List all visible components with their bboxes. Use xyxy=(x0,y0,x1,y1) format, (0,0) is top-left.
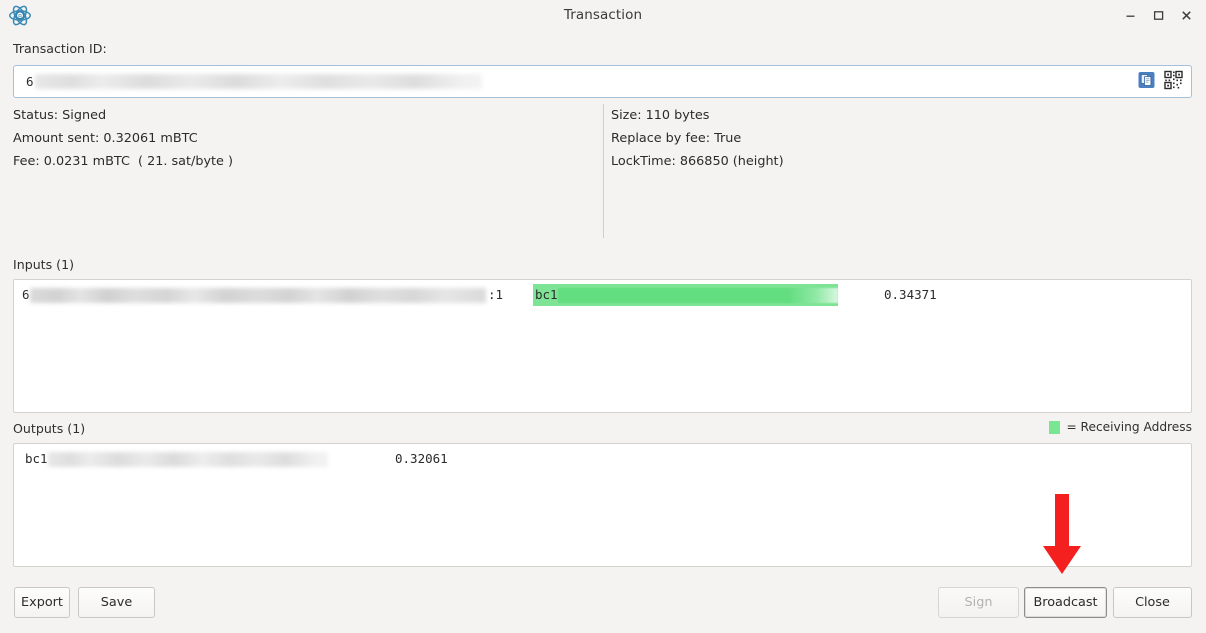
transaction-dialog: B Transaction Transaction ID: 6 Status: … xyxy=(0,0,1206,633)
status-line: Status: Signed xyxy=(13,108,107,123)
output-amount: 0.32061 xyxy=(395,451,448,466)
transaction-id-redaction xyxy=(34,74,482,89)
output-row[interactable]: bc1 0.32061 xyxy=(14,448,1191,470)
replace-by-fee-line: Replace by fee: True xyxy=(611,131,742,146)
inputs-title: Inputs (1) xyxy=(13,257,75,272)
transaction-id-field[interactable]: 6 xyxy=(13,65,1192,98)
window-title: Transaction xyxy=(563,7,643,23)
transaction-id-label: Transaction ID: xyxy=(13,41,107,56)
summary-left-column: Status: Signed Amount sent: 0.32061 mBTC… xyxy=(13,104,233,173)
maximize-icon[interactable] xyxy=(1144,0,1172,30)
inputs-panel[interactable]: 6 :1 bc1 0.34371 xyxy=(13,279,1192,413)
transaction-id-actions xyxy=(1137,70,1183,93)
transaction-id-value: 6 xyxy=(26,74,34,89)
summary-right-column: Size: 110 bytes Replace by fee: True Loc… xyxy=(611,104,784,173)
broadcast-button[interactable]: Broadcast xyxy=(1024,587,1107,618)
fee-line: Fee: 0.0231 mBTC ( 21. sat/byte ) xyxy=(13,154,233,169)
input-output-index: :1 xyxy=(488,287,504,302)
input-row[interactable]: 6 :1 bc1 0.34371 xyxy=(14,284,1191,306)
save-button[interactable]: Save xyxy=(78,587,155,618)
input-txid: 6 xyxy=(22,287,30,302)
outputs-title: Outputs (1) xyxy=(13,421,86,436)
title-bar: B Transaction xyxy=(0,0,1206,30)
locktime-line: LockTime: 866850 (height) xyxy=(611,154,784,169)
input-amount: 0.34371 xyxy=(884,287,937,302)
legend-color-swatch xyxy=(1049,420,1061,434)
output-address-prefix: bc1 xyxy=(25,451,48,466)
annotation-arrow-icon xyxy=(1040,494,1084,576)
summary-divider xyxy=(603,104,604,238)
copy-icon[interactable] xyxy=(1137,70,1156,93)
size-line: Size: 110 bytes xyxy=(611,108,710,123)
legend-label: = Receiving Address xyxy=(1066,420,1192,434)
close-icon[interactable] xyxy=(1172,0,1200,30)
input-address-redaction xyxy=(557,287,838,303)
amount-sent-line: Amount sent: 0.32061 mBTC xyxy=(13,131,198,146)
sign-button: Sign xyxy=(938,587,1019,618)
input-address: bc1 xyxy=(533,284,838,306)
close-button[interactable]: Close xyxy=(1113,587,1192,618)
window-controls xyxy=(1116,0,1200,30)
input-txid-redaction xyxy=(30,284,486,306)
input-address-prefix: bc1 xyxy=(535,287,558,302)
outputs-panel[interactable]: bc1 0.32061 xyxy=(13,443,1192,567)
qr-code-icon[interactable] xyxy=(1164,70,1183,93)
output-address-redaction xyxy=(48,448,328,470)
receiving-address-legend: = Receiving Address xyxy=(1049,420,1192,434)
minimize-icon[interactable] xyxy=(1116,0,1144,30)
export-button[interactable]: Export xyxy=(14,587,70,618)
